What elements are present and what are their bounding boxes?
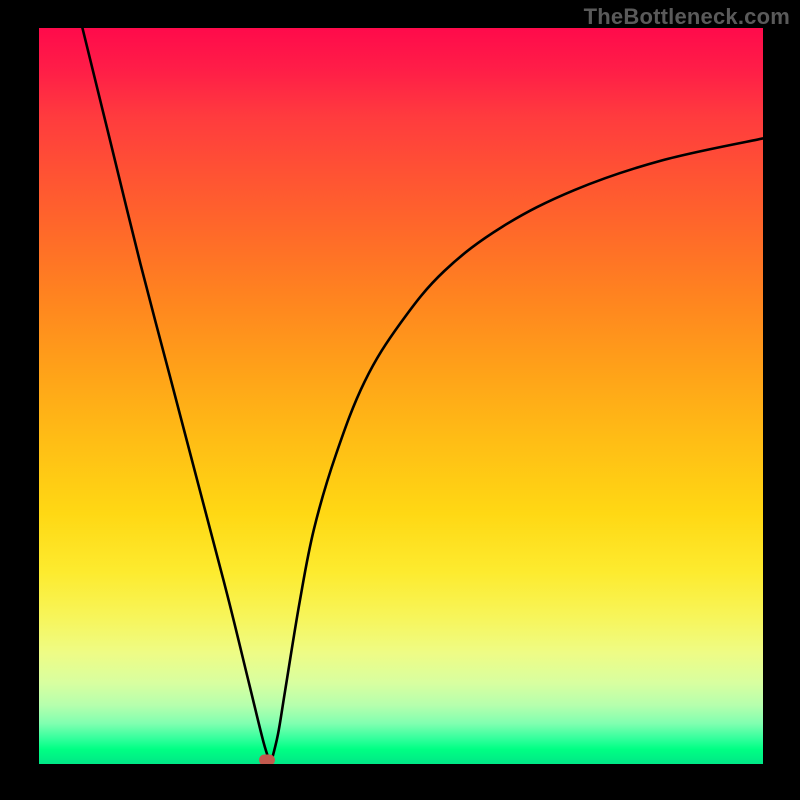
- bottleneck-curve: [39, 28, 763, 764]
- frame-border-right: [763, 0, 800, 800]
- curve-left-branch: [82, 28, 270, 764]
- frame-border-bottom: [0, 764, 800, 800]
- minimum-marker: [259, 755, 275, 765]
- plot-area: [39, 28, 763, 764]
- watermark-label: TheBottleneck.com: [584, 4, 790, 30]
- frame-border-left: [0, 0, 39, 800]
- chart-container: TheBottleneck.com: [0, 0, 800, 800]
- curve-right-branch: [271, 138, 763, 764]
